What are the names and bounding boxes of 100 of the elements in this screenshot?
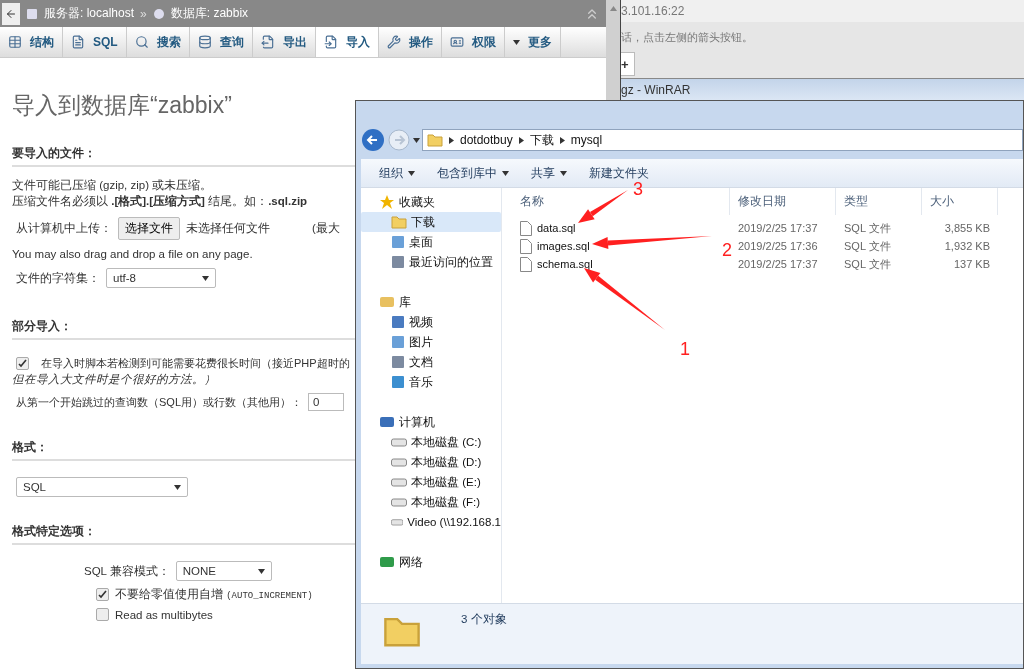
date-cell-text: 2019/2/25 17:36 (737, 239, 818, 254)
library-item-icon (391, 375, 405, 389)
note-text: 压缩文件名必须以 .[格式].[压缩方式] 结尾。如：.sql.zip (12, 193, 308, 209)
status-text: 3 个对象 (461, 612, 507, 627)
path-segment[interactable]: dotdotbuy (460, 133, 513, 147)
date-cell-text: 2019/2/25 17:37 (737, 257, 818, 272)
max-size-text: (最大 (312, 221, 340, 236)
tab-icon (386, 35, 401, 49)
drive-icon (391, 477, 407, 487)
caret-icon (202, 275, 209, 281)
tab[interactable]: 结构 (0, 27, 63, 57)
format-select[interactable]: SQL (16, 477, 188, 497)
chevron-icon (518, 136, 524, 144)
type-cell-text: SQL 文件 (843, 220, 891, 236)
checkbox-label: 在导入时脚本若检测到可能需要花费很长时间（接近PHP超时的 (41, 356, 350, 371)
chevron-icon (559, 136, 565, 144)
charset-label: 文件的字符集： (16, 270, 100, 286)
charset-select[interactable]: utf-8 (106, 268, 216, 288)
nav-item[interactable]: 本地磁盘 (F:) (361, 492, 501, 512)
checkbox-label: Read as multibytes (115, 608, 213, 621)
library-item-icon (391, 315, 405, 329)
column-header[interactable]: 修改日期 (730, 188, 836, 215)
column-header[interactable]: 大小 (922, 188, 998, 215)
folder-icon (427, 132, 443, 148)
library-item-icon (391, 255, 405, 269)
breadcrumb-link[interactable]: 服务器: localhost (44, 5, 135, 22)
back-arrow-icon (5, 7, 17, 20)
tab[interactable]: 操作 (378, 27, 442, 57)
drive-icon (391, 457, 407, 467)
nav-item[interactable]: 音乐 (361, 372, 501, 392)
compat-select[interactable]: NONE (175, 561, 272, 581)
scroll-up-icon[interactable] (609, 6, 617, 11)
file-status: 未选择任何文件 (186, 221, 270, 236)
back-button[interactable] (361, 128, 385, 152)
scrollbar[interactable] (606, 0, 620, 100)
drag-hint: You may also drag and drop a file on any page. (12, 247, 253, 262)
file-name-cell[interactable]: images.sql (502, 237, 590, 255)
compat-label: SQL 兼容模式： (84, 563, 170, 579)
nav-item[interactable]: 本地磁盘 (E:) (361, 472, 501, 492)
checkbox-label: 不要给零值使用自增 (AUTO_INCREMENT) (115, 587, 313, 602)
tab[interactable]: 搜索 (126, 27, 190, 57)
chevron-icon (449, 136, 454, 144)
address-bar[interactable]: dotdotbuy 下载 mysql (422, 129, 1023, 151)
tab[interactable]: SQL (63, 27, 127, 57)
tab[interactable]: 导出 (252, 27, 316, 57)
file-icon (520, 238, 532, 254)
choose-file-button[interactable]: 选择文件 (118, 217, 180, 240)
back-button[interactable] (2, 2, 20, 25)
annotation-arrow (578, 190, 628, 223)
size-cell-text: 1,932 KB (943, 239, 991, 254)
page-heading: 导入到数据库“zabbix” (12, 91, 233, 120)
nav-item[interactable]: 计算机 (361, 412, 501, 432)
toolbar-button[interactable]: 共享 (531, 165, 567, 181)
nav-item[interactable]: 桌面 (361, 232, 501, 252)
caret-icon (174, 484, 181, 490)
file-icon (520, 256, 532, 272)
size-cell-text: 3,855 KB (943, 221, 991, 236)
tab[interactable]: 查询 (189, 27, 253, 57)
skip-input[interactable]: 0 (308, 393, 344, 411)
library-item-icon (391, 355, 405, 369)
file-name-cell[interactable]: schema.sql (502, 255, 593, 273)
checkbox[interactable] (16, 357, 29, 370)
nav-item[interactable]: 收藏夹 (361, 192, 501, 212)
tab-icon (71, 35, 85, 49)
message-text: 话，点击左侧的箭头按钮。 (621, 31, 753, 43)
nav-item[interactable]: 下载 (361, 212, 501, 232)
file-name-cell[interactable]: data.sql (502, 219, 576, 237)
tab-icon (323, 35, 338, 49)
annotation-number: 1 (680, 339, 690, 359)
type-cell-text: SQL 文件 (843, 256, 891, 272)
nav-item[interactable]: 文档 (361, 352, 501, 372)
toolbar-button[interactable]: 新建文件夹 (589, 165, 649, 181)
caret-icon (413, 137, 420, 143)
caret-icon (512, 39, 520, 45)
drive-icon (391, 517, 404, 527)
tab[interactable]: 导入 (315, 27, 379, 57)
tab[interactable]: 权限 (441, 27, 505, 57)
library-item-icon (391, 335, 405, 349)
nav-item[interactable]: 库 (361, 292, 501, 312)
caret-icon (257, 568, 265, 574)
checkbox[interactable] (96, 588, 109, 601)
column-header[interactable]: 类型 (836, 188, 922, 215)
size-cell-text: 137 KB (952, 257, 991, 272)
folder-icon (391, 214, 407, 230)
path-segment[interactable]: mysql (570, 133, 603, 147)
checkbox[interactable] (96, 608, 109, 621)
toolbar-button[interactable]: 组织 (379, 165, 415, 181)
nav-item[interactable]: 最近访问的位置 (361, 252, 501, 272)
library-item-icon (391, 235, 405, 249)
note-text: 文件可能已压缩 (gzip, zip) 或未压缩。 (12, 178, 213, 193)
add-tab-button[interactable]: + (621, 52, 635, 76)
breadcrumb-link[interactable]: 数据库: zabbix (170, 5, 249, 22)
address-text: 3.101.16:22 (621, 4, 685, 18)
nav-item[interactable]: 网络 (361, 552, 501, 572)
note-text: 但在导入大文件时是个很好的方法。） (12, 372, 216, 387)
drive-icon (391, 437, 407, 447)
tab-icon (134, 35, 149, 49)
toolbar-button[interactable]: 包含到库中 (437, 165, 509, 181)
tab[interactable]: 更多 (504, 27, 561, 57)
tab-icon (197, 35, 212, 49)
